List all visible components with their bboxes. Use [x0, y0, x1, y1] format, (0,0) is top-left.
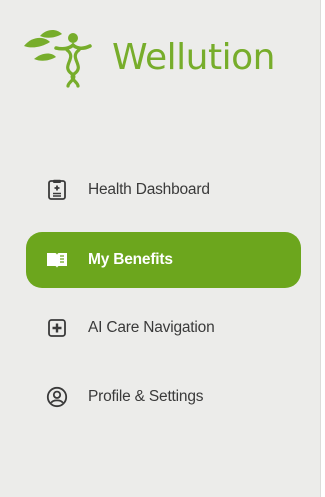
- wellution-logo-icon: [24, 30, 92, 88]
- brand[interactable]: Wellution: [18, 22, 275, 92]
- nav-item-ai-care-navigation[interactable]: AI Care Navigation: [26, 300, 301, 356]
- nav-item-label: Health Dashboard: [88, 181, 210, 198]
- brand-name: Wellution: [112, 36, 275, 78]
- clipboard-document-icon: [46, 179, 68, 201]
- user-circle-icon: [46, 386, 68, 408]
- medical-plus-icon: [46, 317, 68, 339]
- nav-item-health-dashboard[interactable]: Health Dashboard: [26, 162, 301, 218]
- nav-item-profile-settings[interactable]: Profile & Settings: [26, 369, 301, 425]
- nav-item-label: Profile & Settings: [88, 388, 204, 405]
- open-book-icon: [46, 249, 68, 271]
- nav-item-my-benefits[interactable]: My Benefits: [26, 232, 301, 288]
- sidebar: Wellution Health Dashboard My Benefits A…: [0, 0, 321, 497]
- nav-item-label: AI Care Navigation: [88, 319, 215, 336]
- nav-item-label: My Benefits: [88, 251, 173, 268]
